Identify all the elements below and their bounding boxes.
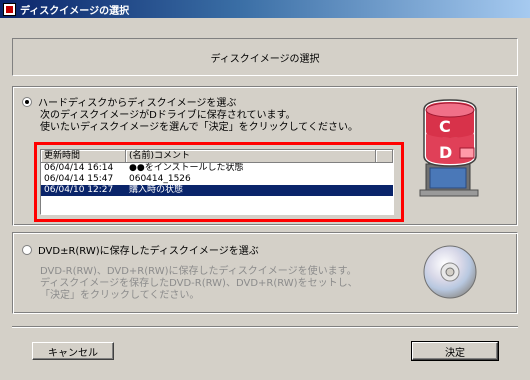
column-header-time[interactable]: 更新時間 — [41, 150, 126, 163]
radio-dvd-option[interactable]: DVD±R(RW)に保存したディスクイメージを選ぶ — [22, 242, 259, 257]
radio-hdd-option[interactable]: ハードディスクからディスクイメージを選ぶ — [22, 94, 236, 109]
hdd-desc-line1: 次のディスクイメージがDドライブに保存されています。 — [40, 110, 296, 121]
radio-hdd-label[interactable]: ハードディスクからディスクイメージを選ぶ — [38, 94, 236, 109]
dvd-desc-line3: 「決定」をクリックしてください。 — [40, 290, 200, 301]
row-comment: 060414_1526 — [129, 174, 191, 184]
app-icon — [3, 2, 16, 16]
row-comment: ●●をインストールした状態 — [129, 163, 244, 173]
hard-disk-icon: C D — [419, 99, 479, 197]
dvd-description: DVD-R(RW)、DVD+R(RW)に保存したディスクイメージを使います。 デ… — [40, 266, 358, 302]
dvd-disc-icon — [423, 245, 477, 299]
list-header: 更新時間 (名前)コメント — [41, 150, 393, 163]
list-row[interactable]: 06/04/14 15:47 060414_1526 — [41, 174, 393, 185]
dvd-desc-line1: DVD-R(RW)、DVD+R(RW)に保存したディスクイメージを使います。 — [40, 266, 357, 277]
drive-letter-c: C — [439, 117, 451, 136]
column-header-filler — [376, 150, 393, 163]
ok-button[interactable]: 決定 — [411, 341, 499, 361]
radio-hdd-button[interactable] — [22, 96, 32, 107]
window-title: ディスクイメージの選択 — [20, 5, 130, 17]
cancel-button[interactable]: キャンセル — [32, 342, 114, 360]
row-comment: 購入時の状態 — [129, 185, 184, 195]
header-title: ディスクイメージの選択 — [210, 53, 320, 65]
dvd-desc-line2: ディスクイメージを保存したDVD-R(RW)、DVD+R(RW)をセットし、 — [40, 278, 358, 289]
column-header-comment[interactable]: (名前)コメント — [126, 150, 376, 163]
header-panel: ディスクイメージの選択 — [12, 38, 518, 76]
drive-letter-d: D — [439, 143, 452, 162]
row-time: 06/04/10 12:27 — [44, 185, 114, 195]
list-row[interactable]: 06/04/14 16:14 ●●をインストールした状態 — [41, 163, 393, 174]
list-row-selected[interactable]: 06/04/10 12:27 購入時の状態 — [41, 185, 393, 196]
disk-image-list[interactable]: 更新時間 (名前)コメント 06/04/14 16:14 ●●をインストールした… — [40, 149, 394, 215]
title-bar: ディスクイメージの選択 — [0, 0, 530, 18]
radio-dvd-button[interactable] — [22, 244, 32, 255]
radio-dvd-label[interactable]: DVD±R(RW)に保存したディスクイメージを選ぶ — [38, 242, 259, 257]
hdd-desc-line2: 使いたいディスクイメージを選んで「決定」をクリックしてください。 — [40, 122, 358, 133]
footer-divider — [12, 326, 518, 328]
row-time: 06/04/14 15:47 — [44, 174, 114, 184]
hdd-description: 次のディスクイメージがDドライブに保存されています。 使いたいディスクイメージを… — [40, 110, 358, 134]
row-time: 06/04/14 16:14 — [44, 163, 114, 173]
